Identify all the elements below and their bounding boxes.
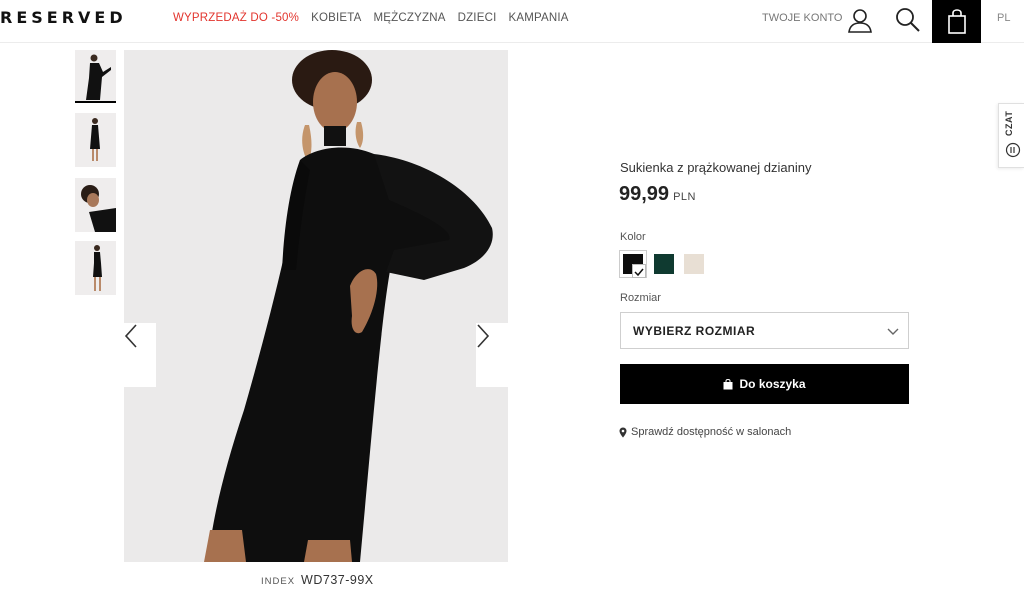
user-icon[interactable] bbox=[846, 6, 874, 34]
add-to-cart-button[interactable]: Do koszyka bbox=[620, 364, 909, 404]
thumbnail-2[interactable] bbox=[75, 113, 116, 167]
check-icon bbox=[632, 264, 646, 278]
nav-item-kobieta[interactable]: KOBIETA bbox=[311, 12, 361, 24]
search-icon[interactable] bbox=[894, 6, 922, 34]
thumbnail-1[interactable] bbox=[75, 50, 116, 103]
account-link[interactable]: TWOJE KONTO bbox=[762, 12, 842, 24]
thumbnail-3[interactable] bbox=[75, 178, 116, 232]
chat-label: CZAT bbox=[1004, 110, 1014, 136]
chat-bubble-icon bbox=[1005, 142, 1021, 158]
store-availability-link[interactable]: Sprawdź dostępność w salonach bbox=[619, 426, 791, 438]
nav-item-sale[interactable]: WYPRZEDAŻ DO -50% bbox=[173, 12, 299, 24]
reserved-logo[interactable]: RESERVED bbox=[0, 8, 127, 27]
color-swatch-dark-green[interactable] bbox=[654, 254, 674, 274]
product-title: Sukienka z prążkowanej dzianiny bbox=[620, 160, 812, 175]
chat-tab[interactable]: CZAT bbox=[998, 103, 1024, 168]
size-select-value: WYBIERZ ROZMIAR bbox=[633, 324, 756, 338]
next-image-button[interactable] bbox=[476, 323, 508, 387]
size-select[interactable]: WYBIERZ ROZMIAR bbox=[620, 312, 909, 349]
language-switch[interactable]: PL bbox=[997, 12, 1010, 24]
cart-button[interactable] bbox=[932, 0, 981, 43]
price-value: 99,99 bbox=[619, 183, 670, 205]
price-currency: PLN bbox=[673, 191, 696, 203]
chevron-down-icon bbox=[887, 328, 899, 335]
location-pin-icon bbox=[619, 427, 627, 437]
shopping-bag-icon bbox=[947, 8, 966, 34]
main-nav: WYPRZEDAŻ DO -50% KOBIETA MĘŻCZYZNA DZIE… bbox=[173, 12, 569, 24]
store-availability-label: Sprawdź dostępność w salonach bbox=[631, 426, 792, 438]
product-index: INDEX WD737-99X bbox=[261, 573, 374, 587]
chevron-left-icon bbox=[124, 324, 137, 348]
shopping-bag-icon bbox=[723, 378, 733, 389]
nav-item-kampania[interactable]: KAMPANIA bbox=[508, 12, 568, 24]
color-swatch-cream[interactable] bbox=[684, 254, 704, 274]
chevron-right-icon bbox=[477, 324, 490, 348]
nav-item-dzieci[interactable]: DZIECI bbox=[458, 12, 497, 24]
model-photo bbox=[124, 50, 508, 562]
product-price: 99,99 PLN bbox=[619, 183, 696, 206]
color-label: Kolor bbox=[620, 231, 646, 243]
site-header: RESERVED WYPRZEDAŻ DO -50% KOBIETA MĘŻCZ… bbox=[0, 0, 1024, 43]
nav-item-mezczyzna[interactable]: MĘŻCZYZNA bbox=[374, 12, 446, 24]
size-label: Rozmiar bbox=[620, 292, 661, 304]
product-main-image[interactable] bbox=[124, 50, 508, 562]
add-to-cart-label: Do koszyka bbox=[739, 377, 806, 391]
index-value: WD737-99X bbox=[301, 573, 374, 587]
index-label: INDEX bbox=[261, 576, 296, 587]
thumbnail-4[interactable] bbox=[75, 241, 116, 295]
prev-image-button[interactable] bbox=[124, 323, 156, 387]
